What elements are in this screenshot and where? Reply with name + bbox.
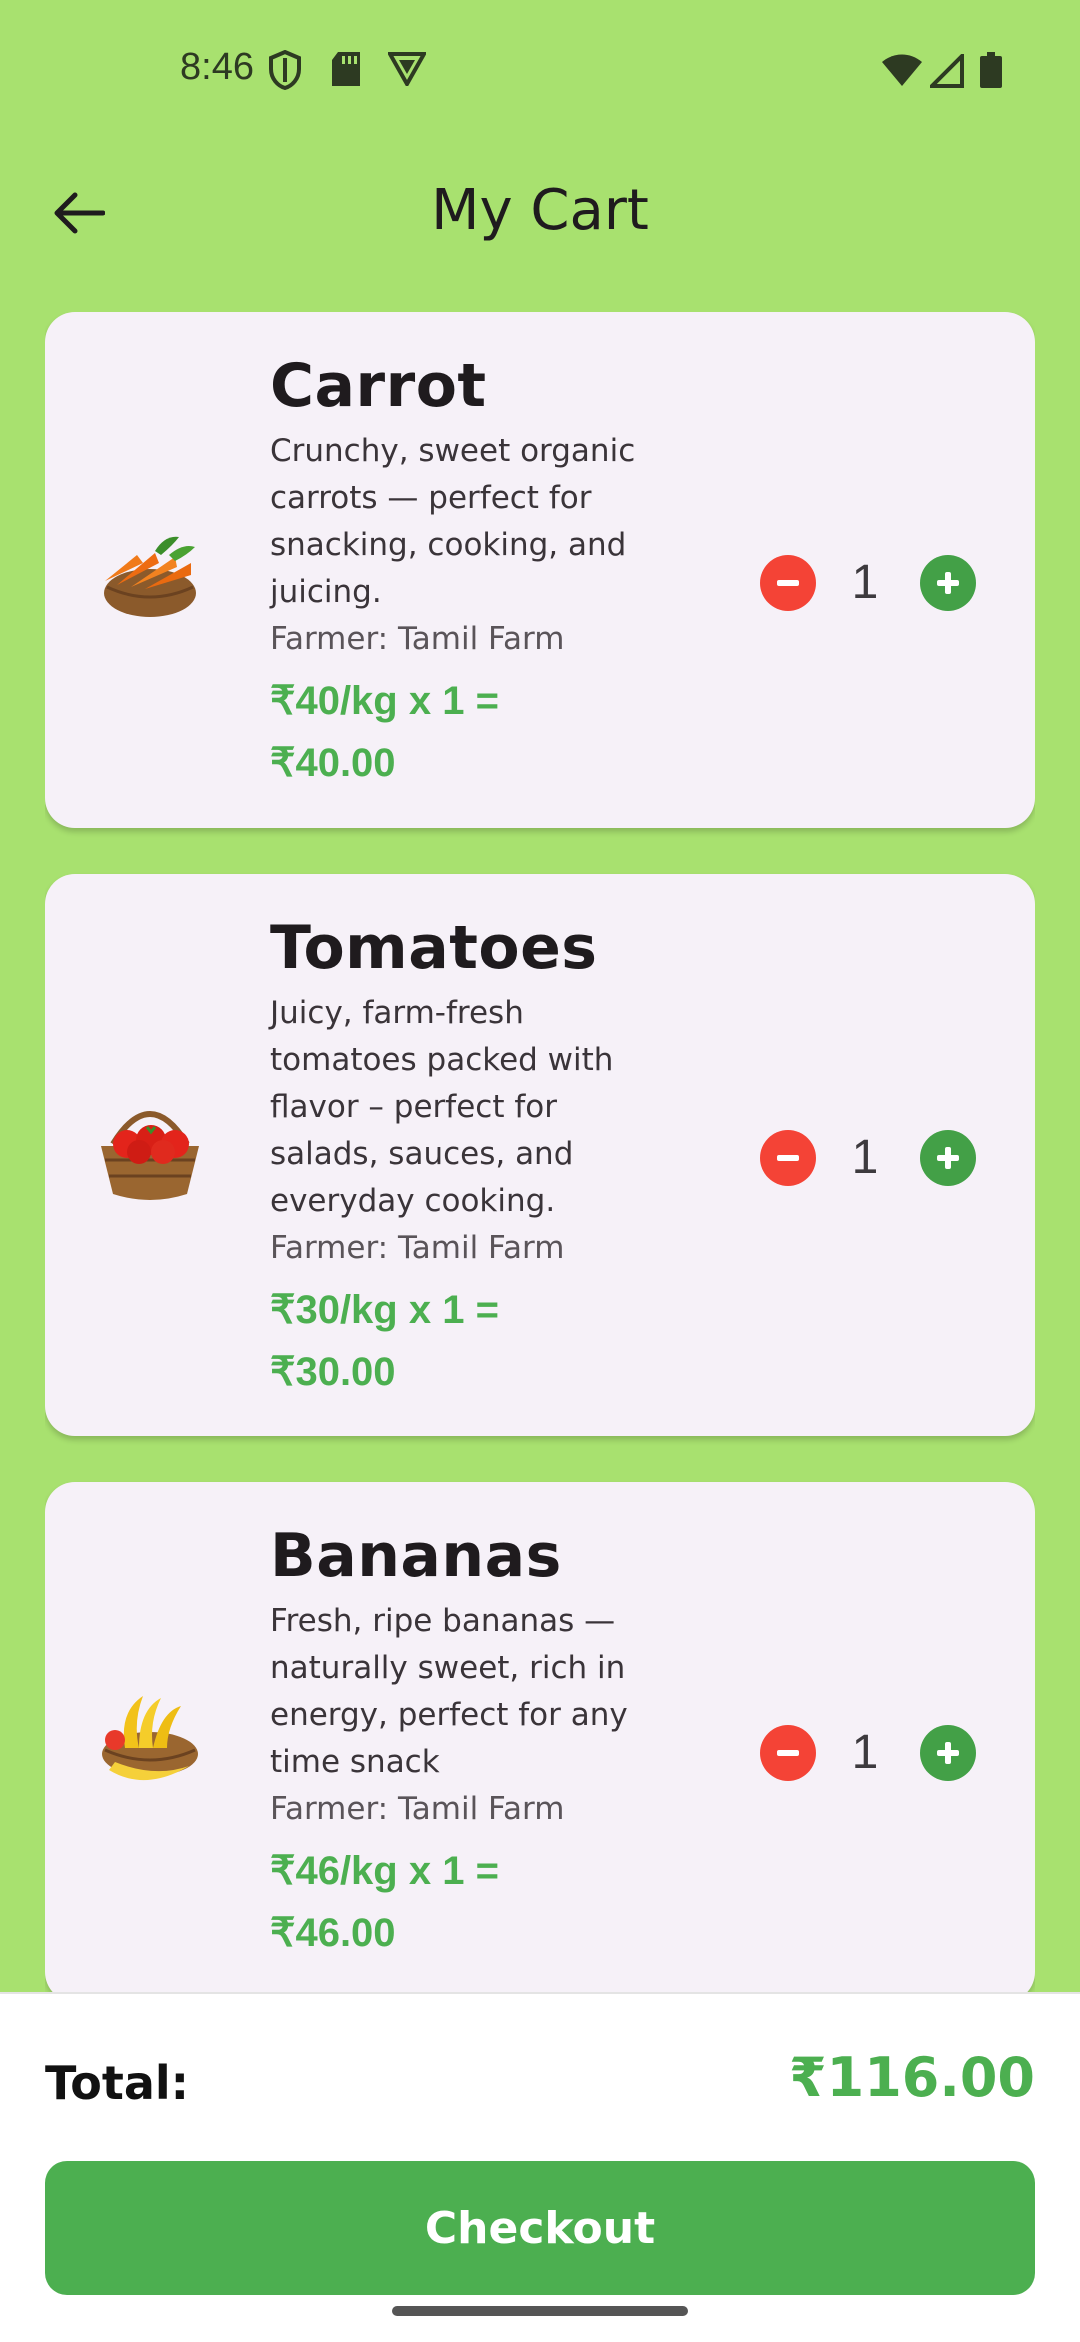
cart-item-tomatoes: Tomatoes Juicy, farm-fresh tomatoes pack… bbox=[45, 874, 1035, 1436]
product-farmer: Farmer: Tamil Farm bbox=[270, 621, 565, 657]
home-indicator[interactable] bbox=[392, 2306, 688, 2316]
battery-icon bbox=[980, 52, 1002, 88]
quantity-value: 1 bbox=[851, 1131, 879, 1184]
product-description: Fresh, ripe bananas — naturally sweet, r… bbox=[270, 1603, 628, 1780]
checkout-panel: Total: ₹116.00 Checkout bbox=[0, 1992, 1080, 2342]
quantity-value: 1 bbox=[851, 1726, 879, 1779]
product-farmer: Farmer: Tamil Farm bbox=[270, 1791, 565, 1827]
plus-icon bbox=[937, 1742, 959, 1764]
quantity-stepper: 1 bbox=[715, 552, 976, 612]
decrease-quantity-button[interactable] bbox=[760, 1130, 816, 1186]
plus-icon bbox=[937, 1147, 959, 1169]
shield-icon bbox=[269, 50, 301, 90]
banana-basket-image bbox=[102, 1696, 198, 1781]
product-info: Tomatoes Juicy, farm-fresh tomatoes pack… bbox=[270, 912, 670, 1403]
product-description: Crunchy, sweet organic carrots — perfect… bbox=[270, 433, 636, 610]
price-subtotal: ₹40.00 bbox=[270, 741, 396, 785]
checkout-button[interactable]: Checkout bbox=[45, 2161, 1035, 2295]
price-rate: ₹40/kg x 1 = bbox=[270, 679, 499, 723]
cellular-signal-icon bbox=[930, 54, 964, 88]
product-price: ₹46/kg x 1 = ₹46.00 bbox=[270, 1840, 670, 1964]
sd-card-icon bbox=[332, 52, 360, 86]
wifi-icon bbox=[882, 54, 922, 86]
increase-quantity-button[interactable] bbox=[920, 1130, 976, 1186]
product-info: Bananas Fresh, ripe bananas — naturally … bbox=[270, 1520, 670, 1964]
product-description: Juicy, farm-fresh tomatoes packed with f… bbox=[270, 995, 614, 1219]
decrease-quantity-button[interactable] bbox=[760, 555, 816, 611]
status-time: 8:46 bbox=[180, 46, 254, 88]
product-name: Carrot bbox=[270, 351, 487, 421]
increase-quantity-button[interactable] bbox=[920, 1725, 976, 1781]
increase-quantity-button[interactable] bbox=[920, 555, 976, 611]
cart-item-carrot: Carrot Crunchy, sweet organic carrots — … bbox=[45, 312, 1035, 828]
product-info: Carrot Crunchy, sweet organic carrots — … bbox=[270, 350, 670, 794]
status-bar: 8:46 bbox=[0, 0, 1080, 140]
minus-icon bbox=[777, 580, 799, 586]
price-subtotal: ₹30.00 bbox=[270, 1350, 396, 1394]
plus-icon bbox=[937, 572, 959, 594]
minus-icon bbox=[777, 1750, 799, 1756]
decrease-quantity-button[interactable] bbox=[760, 1725, 816, 1781]
product-name: Bananas bbox=[270, 1521, 562, 1591]
product-name: Tomatoes bbox=[270, 913, 598, 983]
vpn-key-icon bbox=[388, 52, 426, 86]
product-price: ₹30/kg x 1 = ₹30.00 bbox=[270, 1279, 670, 1403]
price-rate: ₹46/kg x 1 = bbox=[270, 1849, 499, 1893]
product-price: ₹40/kg x 1 = ₹40.00 bbox=[270, 670, 670, 794]
price-rate: ₹30/kg x 1 = bbox=[270, 1288, 499, 1332]
carrot-basket-image bbox=[104, 536, 196, 617]
minus-icon bbox=[777, 1155, 799, 1161]
quantity-stepper: 1 bbox=[715, 1127, 976, 1187]
quantity-value: 1 bbox=[851, 556, 879, 609]
price-subtotal: ₹46.00 bbox=[270, 1911, 396, 1955]
cart-item-bananas: Bananas Fresh, ripe bananas — naturally … bbox=[45, 1482, 1035, 1992]
page-title: My Cart bbox=[431, 178, 649, 243]
cart-list[interactable]: Carrot Crunchy, sweet organic carrots — … bbox=[45, 312, 1035, 1992]
quantity-stepper: 1 bbox=[715, 1722, 976, 1782]
total-label: Total: bbox=[45, 2056, 190, 2110]
tomato-basket-image bbox=[101, 1111, 199, 1200]
product-farmer: Farmer: Tamil Farm bbox=[270, 1230, 565, 1266]
total-value: ₹116.00 bbox=[789, 2046, 1035, 2109]
